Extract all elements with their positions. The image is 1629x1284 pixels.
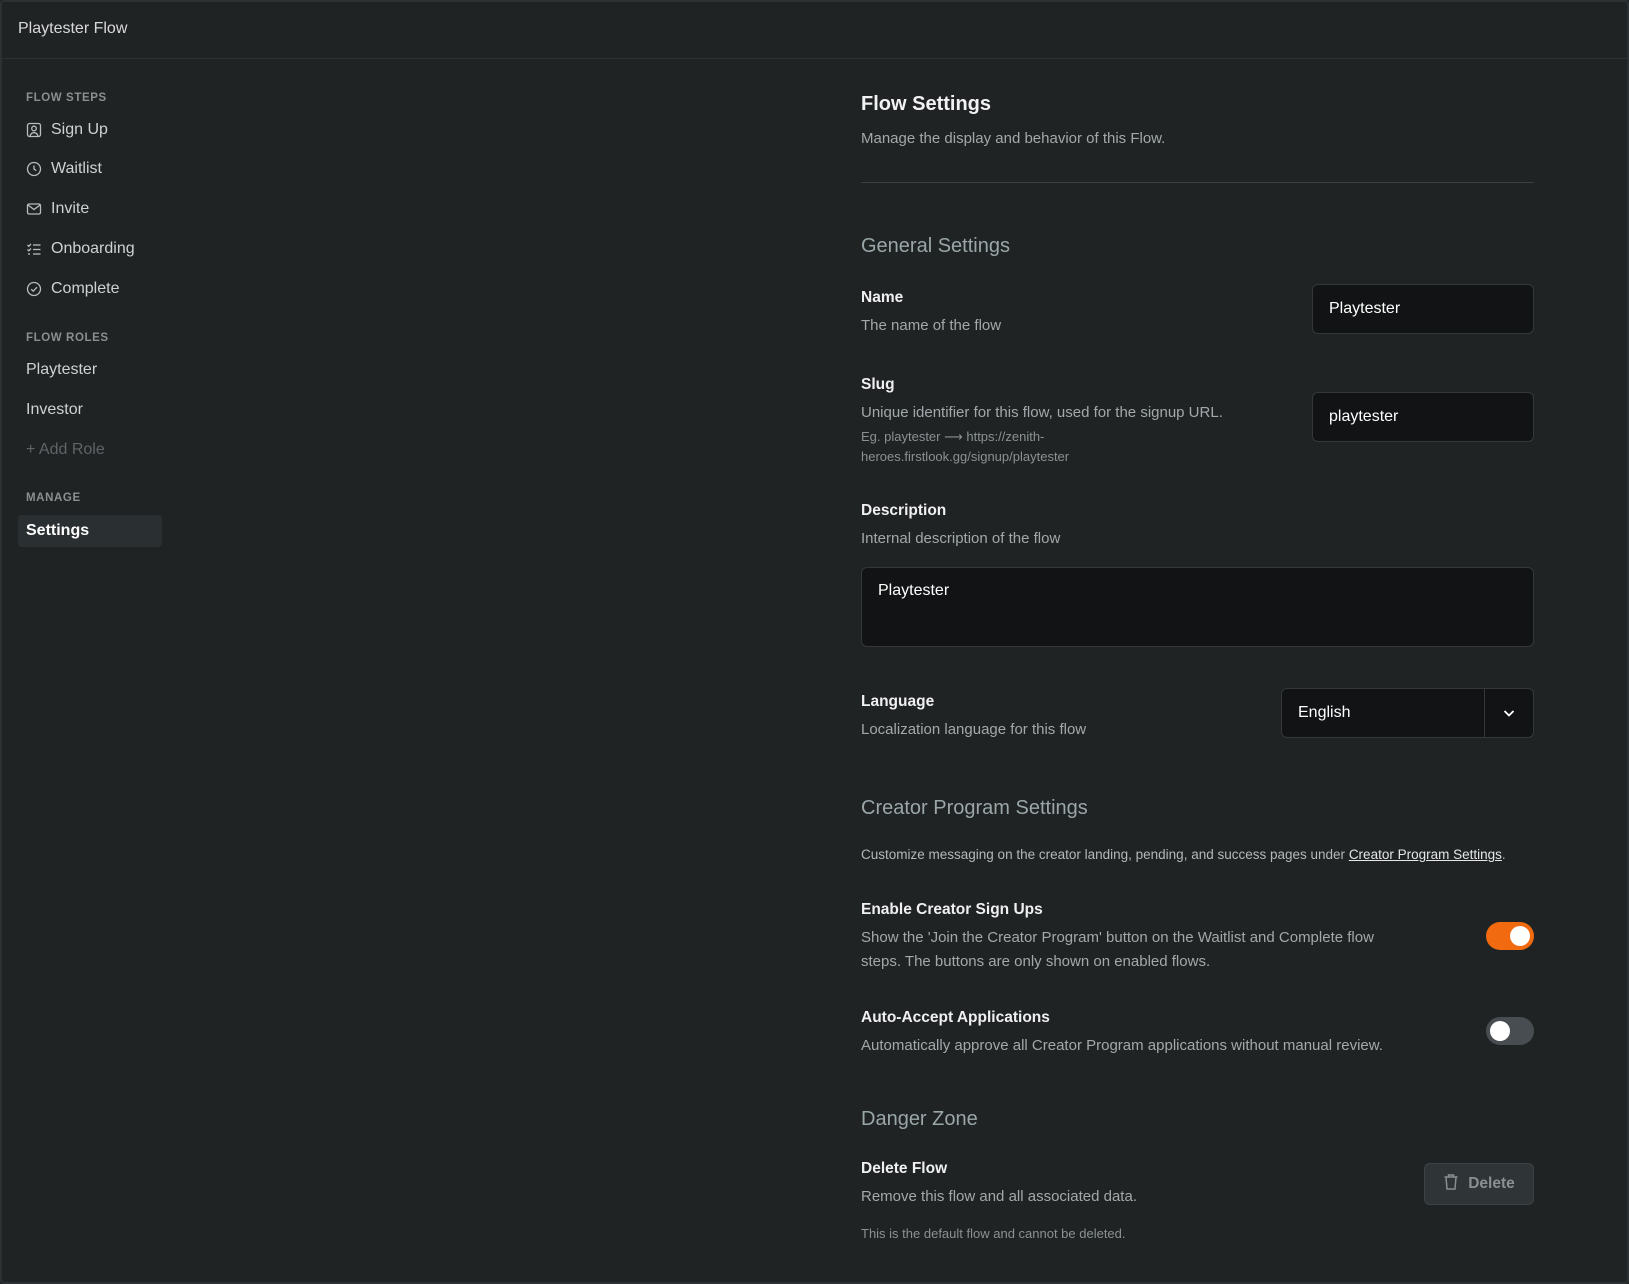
enable-creator-description-line-2: steps. The buttons are only shown on ena… bbox=[861, 953, 1211, 970]
manage-label: MANAGE bbox=[26, 492, 81, 504]
delete-flow-note: This is the default flow and cannot be d… bbox=[861, 1226, 1126, 1241]
slug-description: Unique identifier for this flow, used fo… bbox=[861, 404, 1223, 421]
creator-program-settings-link[interactable]: Creator Program Settings bbox=[1349, 847, 1502, 862]
language-select-value: English bbox=[1298, 704, 1351, 721]
sidebar-item-complete[interactable]: Complete bbox=[18, 273, 162, 305]
top-bar: Playtester Flow bbox=[0, 0, 1629, 59]
header-divider bbox=[861, 182, 1534, 183]
toggle-knob bbox=[1510, 926, 1530, 946]
slug-example-line-1: Eg. playtester ⟶ https://zenith- bbox=[861, 429, 1045, 444]
creator-settings-intro: Customize messaging on the creator landi… bbox=[861, 843, 1506, 867]
sidebar-item-sign-up[interactable]: Sign Up bbox=[18, 114, 162, 146]
page-subtitle: Manage the display and behavior of this … bbox=[861, 130, 1166, 147]
toggle-knob bbox=[1490, 1021, 1510, 1041]
checklist-icon bbox=[26, 241, 42, 257]
enable-creator-description-line-1: Show the 'Join the Creator Program' butt… bbox=[861, 929, 1374, 946]
sidebar-item-label: Complete bbox=[51, 280, 120, 297]
name-label: Name bbox=[861, 289, 904, 306]
sidebar-item-label: Waitlist bbox=[51, 160, 102, 177]
language-label: Language bbox=[861, 693, 935, 710]
general-settings-title: General Settings bbox=[861, 235, 1010, 257]
sidebar-item-label: Playtester bbox=[26, 361, 98, 378]
slug-input[interactable] bbox=[1312, 392, 1534, 442]
enable-creator-toggle[interactable] bbox=[1486, 922, 1534, 950]
delete-flow-label: Delete Flow bbox=[861, 1160, 948, 1177]
sidebar-item-waitlist[interactable]: Waitlist bbox=[18, 153, 162, 185]
sidebar-item-label: Settings bbox=[26, 522, 90, 539]
language-description: Localization language for this flow bbox=[861, 721, 1087, 738]
sidebar-item-label: Invite bbox=[51, 200, 90, 217]
slug-example-line-2: heroes.firstlook.gg/signup/playtester bbox=[861, 449, 1070, 464]
creator-intro-end: . bbox=[1501, 847, 1506, 862]
user-square-icon bbox=[26, 122, 42, 138]
description-label: Description bbox=[861, 502, 947, 519]
name-input[interactable] bbox=[1312, 284, 1534, 334]
slug-label: Slug bbox=[861, 376, 895, 393]
language-select[interactable]: English bbox=[1281, 688, 1534, 738]
delete-flow-description: Remove this flow and all associated data… bbox=[861, 1188, 1137, 1205]
sidebar-item-invite[interactable]: Invite bbox=[18, 193, 162, 225]
sidebar-item-label: Investor bbox=[26, 401, 83, 418]
sidebar-item-label: Onboarding bbox=[51, 240, 135, 257]
creator-settings-title: Creator Program Settings bbox=[861, 797, 1088, 819]
description-textarea[interactable]: Playtester bbox=[861, 567, 1534, 647]
name-description: The name of the flow bbox=[861, 317, 1002, 334]
creator-intro-text: Customize messaging on the creator landi… bbox=[861, 847, 1349, 862]
danger-zone-title: Danger Zone bbox=[861, 1108, 978, 1130]
delete-button[interactable]: Delete bbox=[1424, 1163, 1534, 1205]
delete-button-label: Delete bbox=[1468, 1175, 1515, 1192]
auto-accept-description: Automatically approve all Creator Progra… bbox=[861, 1037, 1383, 1054]
enable-creator-label: Enable Creator Sign Ups bbox=[861, 901, 1043, 918]
description-description: Internal description of the flow bbox=[861, 530, 1061, 547]
sidebar-item-settings[interactable]: Settings bbox=[18, 515, 162, 547]
add-role-button[interactable]: + Add Role bbox=[18, 434, 162, 466]
sidebar-item-playtester[interactable]: Playtester bbox=[18, 354, 162, 386]
add-role-label: + Add Role bbox=[26, 441, 105, 458]
auto-accept-label: Auto-Accept Applications bbox=[861, 1009, 1050, 1026]
sidebar-item-label: Sign Up bbox=[51, 121, 108, 138]
sidebar-item-investor[interactable]: Investor bbox=[18, 394, 162, 426]
page-title: Flow Settings bbox=[861, 93, 991, 115]
mail-icon bbox=[26, 201, 42, 217]
clock-icon bbox=[26, 161, 42, 177]
check-circle-icon bbox=[26, 281, 42, 297]
app-title: Playtester Flow bbox=[18, 20, 128, 37]
flow-roles-label: FLOW ROLES bbox=[26, 332, 109, 344]
chevron-down-icon[interactable] bbox=[1484, 689, 1533, 737]
flow-steps-label: FLOW STEPS bbox=[26, 92, 107, 104]
sidebar-item-onboarding[interactable]: Onboarding bbox=[18, 233, 162, 265]
auto-accept-toggle[interactable] bbox=[1486, 1017, 1534, 1045]
trash-icon bbox=[1443, 1173, 1459, 1196]
